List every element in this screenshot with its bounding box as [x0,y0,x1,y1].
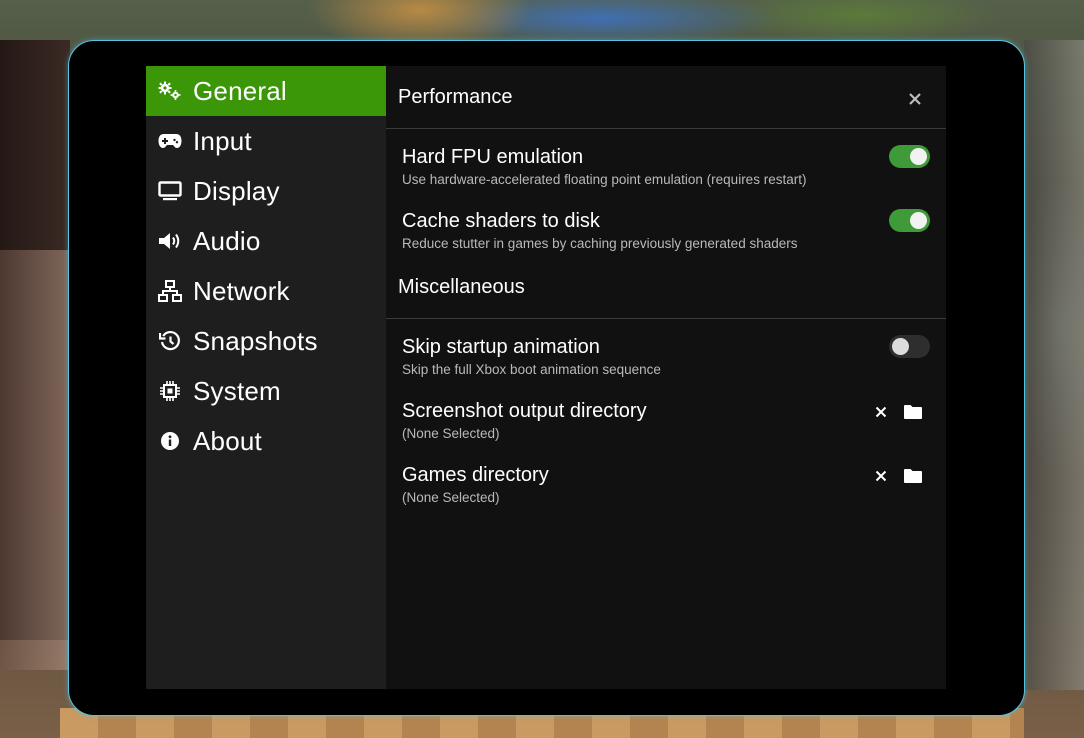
sidebar-item-display[interactable]: Display [146,166,386,216]
setting-description: (None Selected) [402,426,500,441]
skip-startup-toggle[interactable] [889,335,930,358]
browse-screenshot-directory-button[interactable] [902,401,924,423]
sidebar-item-label: Input [193,125,252,156]
sidebar-item-label: System [193,375,281,406]
toggle-knob [910,148,927,165]
gamepad-icon [158,129,182,153]
sidebar-item-label: About [193,425,262,456]
screenshot-directory-actions [870,401,924,423]
hard-fpu-toggle[interactable] [889,145,930,168]
section-title-miscellaneous: Miscellaneous [386,257,946,319]
background-right-scene [1024,40,1084,690]
folder-icon [904,469,922,483]
folder-icon [904,405,922,419]
setting-title: Hard FPU emulation [402,146,584,168]
clear-icon [875,406,887,418]
history-icon [158,329,182,353]
close-icon [909,93,921,105]
gears-icon [158,79,182,103]
sidebar-item-label: Snapshots [193,325,318,356]
setting-title: Skip startup animation [402,336,600,358]
setting-title: Screenshot output directory [402,400,647,422]
section-title-performance: Performance [386,66,946,129]
games-directory-actions [870,465,924,487]
sidebar-item-input[interactable]: Input [146,116,386,166]
setting-cache-shaders: Cache shaders to disk Reduce stutter in … [386,193,946,257]
clear-games-directory-button[interactable] [870,465,892,487]
setting-hard-fpu: Hard FPU emulation Use hardware-accelera… [386,129,946,193]
close-button[interactable] [904,88,926,110]
toggle-knob [892,338,909,355]
sidebar-item-audio[interactable]: Audio [146,216,386,266]
sidebar-item-general[interactable]: General [146,66,386,116]
sidebar-item-label: Audio [193,225,261,256]
background-character-face [0,250,70,670]
browse-games-directory-button[interactable] [902,465,924,487]
setting-title: Games directory [402,464,549,486]
clear-screenshot-directory-button[interactable] [870,401,892,423]
cache-shaders-toggle[interactable] [889,209,930,232]
setting-games-directory: Games directory (None Selected) [386,447,946,511]
sidebar-item-network[interactable]: Network [146,266,386,316]
setting-description: Reduce stutter in games by caching previ… [402,236,798,251]
toggle-knob [910,212,927,229]
sidebar-item-system[interactable]: System [146,366,386,416]
sidebar-item-label: General [193,75,287,106]
info-icon [158,429,182,453]
sidebar-item-label: Network [193,275,290,306]
setting-description: Skip the full Xbox boot animation sequen… [402,362,661,377]
monitor-icon [158,179,182,203]
sidebar-item-label: Display [193,175,280,206]
speaker-icon [158,229,182,253]
clear-icon [875,470,887,482]
setting-description: Use hardware-accelerated floating point … [402,172,807,187]
settings-content: Performance Hard FPU emulation Use hardw… [386,66,946,689]
settings-window: General Input Display Audio Network Snap… [146,66,946,689]
chip-icon [158,379,182,403]
sidebar-item-snapshots[interactable]: Snapshots [146,316,386,366]
settings-sidebar: General Input Display Audio Network Snap… [146,66,386,689]
setting-title: Cache shaders to disk [402,210,600,232]
setting-description: (None Selected) [402,490,500,505]
setting-skip-startup: Skip startup animation Skip the full Xbo… [386,319,946,383]
setting-screenshot-directory: Screenshot output directory (None Select… [386,383,946,447]
sidebar-item-about[interactable]: About [146,416,386,466]
network-icon [158,279,182,303]
